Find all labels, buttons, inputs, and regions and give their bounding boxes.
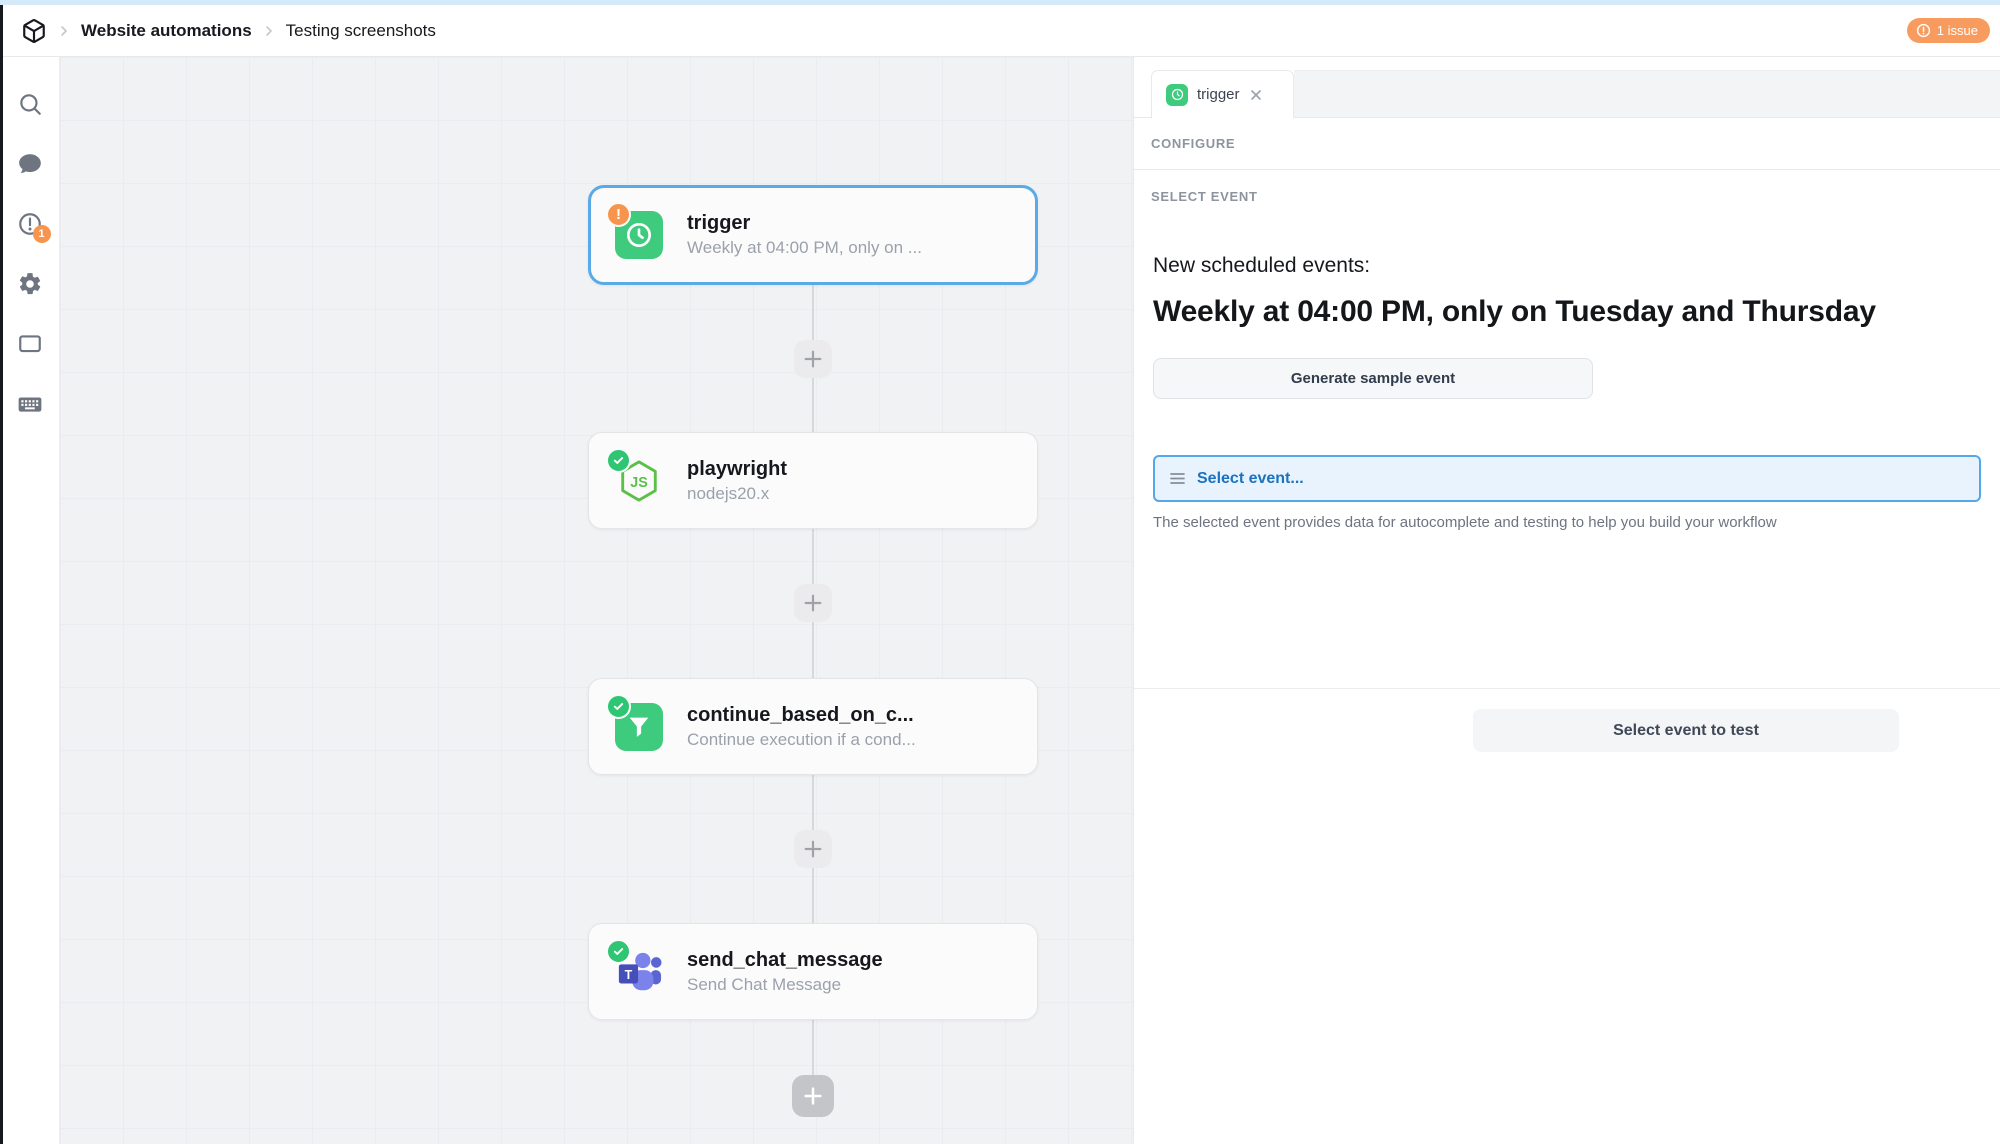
breadcrumb-project[interactable]: Website automations xyxy=(81,21,252,41)
events-heading: New scheduled events: xyxy=(1153,254,2000,278)
config-panel: trigger CONFIGURE SELECT EVENT New sched… xyxy=(1133,57,2000,1144)
configure-section-header: CONFIGURE xyxy=(1134,118,2000,170)
keyboard-icon[interactable] xyxy=(17,391,43,417)
close-tab-icon[interactable] xyxy=(1249,88,1263,102)
node-title: playwright xyxy=(687,458,787,481)
svg-text:JS: JS xyxy=(630,474,648,490)
node-send-chat-message[interactable]: T send_chat_message Send Chat Message xyxy=(588,923,1038,1020)
panel-content: New scheduled events: Weekly at 04:00 PM… xyxy=(1134,254,2000,531)
alerts-count-badge: 1 xyxy=(33,225,51,243)
search-icon[interactable] xyxy=(17,91,43,117)
node-title: send_chat_message xyxy=(687,949,883,972)
window-left-edge xyxy=(0,5,3,1144)
tab-trigger[interactable]: trigger xyxy=(1151,70,1294,118)
node-title: trigger xyxy=(687,212,922,235)
svg-text:T: T xyxy=(625,968,633,982)
breadcrumb-workflow[interactable]: Testing screenshots xyxy=(286,21,436,41)
left-sidebar: 1 xyxy=(0,57,60,1144)
settings-gear-icon[interactable] xyxy=(17,271,43,297)
chat-icon[interactable] xyxy=(17,151,43,177)
add-step-end-button[interactable] xyxy=(792,1075,834,1117)
app-logo-cube-icon[interactable] xyxy=(21,18,47,44)
success-badge xyxy=(606,939,631,964)
workflow-canvas[interactable]: ! trigger Weekly at 04:00 PM, only on ..… xyxy=(60,57,1133,1144)
select-event-dropdown[interactable]: Select event... xyxy=(1153,455,1981,502)
select-event-to-test-button[interactable]: Select event to test xyxy=(1473,709,1899,752)
node-title: continue_based_on_c... xyxy=(687,704,916,727)
add-step-button[interactable] xyxy=(794,340,832,378)
node-continue-based-on-condition[interactable]: continue_based_on_c... Continue executio… xyxy=(588,678,1038,775)
node-subtitle: Weekly at 04:00 PM, only on ... xyxy=(687,238,922,258)
issues-badge-label: 1 issue xyxy=(1937,23,1978,38)
warning-badge: ! xyxy=(606,202,631,227)
alert-circle-icon xyxy=(1916,23,1931,38)
node-subtitle: nodejs20.x xyxy=(687,484,787,504)
window-icon[interactable] xyxy=(17,331,43,357)
breadcrumb: Website automations Testing screenshots xyxy=(21,18,436,44)
configure-label: CONFIGURE xyxy=(1151,136,1235,151)
chevron-right-icon xyxy=(261,23,277,39)
tabstrip-filler xyxy=(1294,70,2000,118)
select-event-section-header: SELECT EVENT xyxy=(1134,170,2000,222)
select-event-value: Select event... xyxy=(1197,470,1304,488)
add-step-button[interactable] xyxy=(794,830,832,868)
tab-label: trigger xyxy=(1197,86,1240,103)
add-step-button[interactable] xyxy=(794,584,832,622)
generate-sample-event-button[interactable]: Generate sample event xyxy=(1153,358,1593,399)
success-badge xyxy=(606,694,631,719)
alerts-icon[interactable]: 1 xyxy=(17,211,43,237)
list-icon xyxy=(1169,470,1186,487)
issues-badge[interactable]: 1 issue xyxy=(1907,18,1990,43)
panel-divider xyxy=(1134,688,2000,689)
node-subtitle: Continue execution if a cond... xyxy=(687,730,916,750)
chevron-right-icon xyxy=(56,23,72,39)
clock-icon xyxy=(1166,84,1188,106)
select-event-label: SELECT EVENT xyxy=(1151,189,1258,204)
success-badge xyxy=(606,448,631,473)
node-playwright[interactable]: JS playwright nodejs20.x xyxy=(588,432,1038,529)
select-event-helper-text: The selected event provides data for aut… xyxy=(1153,514,2000,531)
schedule-title: Weekly at 04:00 PM, only on Tuesday and … xyxy=(1153,295,2000,329)
node-trigger[interactable]: ! trigger Weekly at 04:00 PM, only on ..… xyxy=(588,185,1038,285)
panel-tabstrip: trigger xyxy=(1134,57,2000,118)
header: Website automations Testing screenshots … xyxy=(0,5,2000,57)
tabstrip-filler xyxy=(1134,70,1151,118)
node-subtitle: Send Chat Message xyxy=(687,975,883,995)
